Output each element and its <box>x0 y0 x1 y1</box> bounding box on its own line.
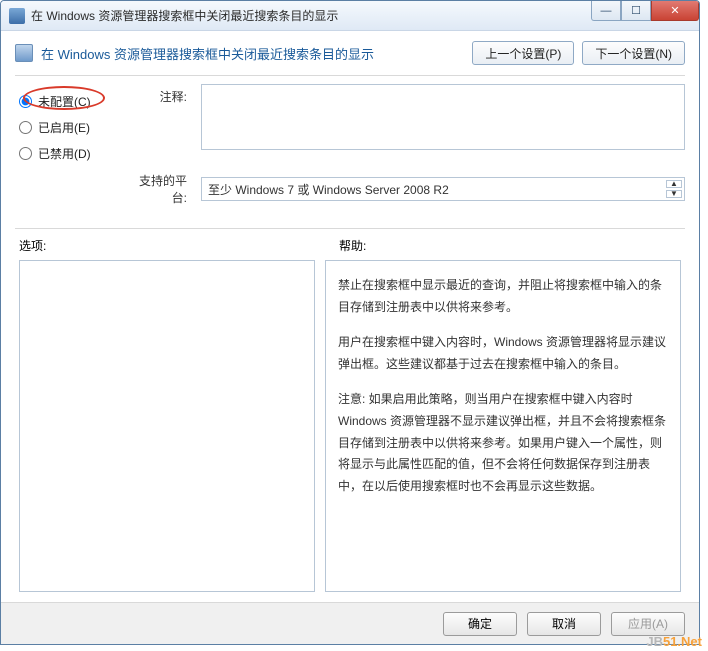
close-button[interactable]: ✕ <box>651 1 699 21</box>
ok-button[interactable]: 确定 <box>443 612 517 636</box>
header-row: 在 Windows 资源管理器搜索框中关闭最近搜索条目的显示 上一个设置(P) … <box>15 41 685 65</box>
supported-platform-box: 至少 Windows 7 或 Windows Server 2008 R2 ▲ … <box>201 177 685 201</box>
window-title: 在 Windows 资源管理器搜索框中关闭最近搜索条目的显示 <box>31 7 338 24</box>
watermark: JB51.Net <box>646 634 702 649</box>
next-setting-button[interactable]: 下一个设置(N) <box>582 41 685 65</box>
radio-not-configured-label: 未配置(C) <box>38 93 91 110</box>
watermark-prefix: JB <box>646 634 663 649</box>
separator <box>15 75 685 76</box>
supported-platform-text: 至少 Windows 7 或 Windows Server 2008 R2 <box>208 183 449 197</box>
dialog-window: 在 Windows 资源管理器搜索框中关闭最近搜索条目的显示 — ☐ ✕ 在 W… <box>0 0 700 645</box>
titlebar[interactable]: 在 Windows 资源管理器搜索框中关闭最近搜索条目的显示 — ☐ ✕ <box>1 1 699 31</box>
comment-label: 注释: <box>129 84 187 166</box>
policy-title: 在 Windows 资源管理器搜索框中关闭最近搜索条目的显示 <box>41 44 464 63</box>
app-icon <box>9 8 25 24</box>
options-pane[interactable] <box>19 260 315 592</box>
window-controls: — ☐ ✕ <box>591 1 699 21</box>
help-pane[interactable]: 禁止在搜索框中显示最近的查询，并阻止将搜索框中输入的条目存储到注册表中以供将来参… <box>325 260 681 592</box>
panes: 禁止在搜索框中显示最近的查询，并阻止将搜索框中输入的条目存储到注册表中以供将来参… <box>15 254 685 592</box>
previous-setting-button[interactable]: 上一个设置(P) <box>472 41 574 65</box>
content-area: 在 Windows 资源管理器搜索框中关闭最近搜索条目的显示 上一个设置(P) … <box>1 31 699 592</box>
radio-disabled-label: 已禁用(D) <box>38 145 91 162</box>
comment-textarea[interactable] <box>201 84 685 150</box>
cancel-button[interactable]: 取消 <box>527 612 601 636</box>
radio-not-configured-input[interactable] <box>19 95 32 108</box>
help-paragraph: 用户在搜索框中键入内容时，Windows 资源管理器将显示建议弹出框。这些建议都… <box>338 332 668 375</box>
radio-disabled[interactable]: 已禁用(D) <box>19 140 115 166</box>
watermark-suffix: 51.Net <box>663 634 702 649</box>
radio-enabled-label: 已启用(E) <box>38 119 90 136</box>
help-label: 帮助: <box>339 237 366 254</box>
radio-enabled[interactable]: 已启用(E) <box>19 114 115 140</box>
help-paragraph: 禁止在搜索框中显示最近的查询，并阻止将搜索框中输入的条目存储到注册表中以供将来参… <box>338 275 668 318</box>
config-row: 未配置(C) 已启用(E) 已禁用(D) 注释: <box>15 84 685 166</box>
pane-labels: 选项: 帮助: <box>15 237 685 254</box>
apply-button: 应用(A) <box>611 612 685 636</box>
radio-not-configured[interactable]: 未配置(C) <box>19 88 115 114</box>
separator-2 <box>15 228 685 229</box>
maximize-button[interactable]: ☐ <box>621 1 651 21</box>
radio-enabled-input[interactable] <box>19 121 32 134</box>
radio-disabled-input[interactable] <box>19 147 32 160</box>
minimize-button[interactable]: — <box>591 1 621 21</box>
help-paragraph: 注意: 如果启用此策略，则当用户在搜索框中键入内容时 Windows 资源管理器… <box>338 389 668 497</box>
radio-group: 未配置(C) 已启用(E) 已禁用(D) <box>19 84 115 166</box>
supported-label: 支持的平台: <box>129 172 187 206</box>
policy-icon <box>15 44 33 62</box>
scroll-up-button[interactable]: ▲ <box>666 180 682 188</box>
supported-row: 支持的平台: 至少 Windows 7 或 Windows Server 200… <box>15 172 685 206</box>
footer: 确定 取消 应用(A) <box>1 602 699 644</box>
scroll-down-button[interactable]: ▼ <box>666 190 682 198</box>
options-label: 选项: <box>19 237 339 254</box>
